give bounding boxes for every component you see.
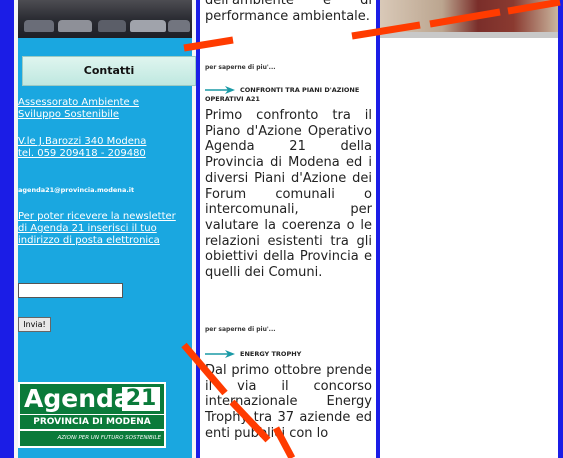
news-item-3-text: Dal primo ottobre prende il via il conco… <box>205 363 372 441</box>
address-line: V.le J.Barozzi 340 Modena <box>18 136 147 147</box>
address-block: V.le J.Barozzi 340 Modena tel. 059 20941… <box>18 136 184 160</box>
logo-tagline: AZIONI PER UN FUTURO SOSTENIBILE <box>20 431 164 446</box>
right-column <box>380 38 558 458</box>
photo-frame <box>380 32 558 38</box>
arrow-icon <box>205 350 235 358</box>
read-more-link-1[interactable]: per saperne di piu'... <box>205 64 276 71</box>
agenda21-logo[interactable]: Agenda 21 PROVINCIA DI MODENA AZIONI PER… <box>18 382 166 448</box>
header-photo-left <box>18 0 192 38</box>
news-item-1-text: dell'ambiente e di performance ambiental… <box>205 0 372 24</box>
newsletter-text: Per poter ricevere la newsletter di Agen… <box>18 211 176 246</box>
news-item-3-heading[interactable]: ENERGY TROPHY <box>205 350 373 359</box>
read-more-link-2[interactable]: per saperne di piu'... <box>205 326 276 333</box>
phone-line: tel. 059 209418 - 209480 <box>18 148 146 159</box>
logo-word: Agenda <box>24 384 131 413</box>
news-column: dell'ambiente e di performance ambiental… <box>200 0 376 458</box>
contatti-header: Contatti <box>22 56 196 86</box>
page: Contatti Assessorato Ambiente e Sviluppo… <box>0 0 563 458</box>
logo-provincia: PROVINCIA DI MODENA <box>20 415 164 429</box>
newsletter-email-input[interactable] <box>18 283 123 298</box>
assessorato-text: Assessorato Ambiente e Sviluppo Sostenib… <box>18 97 140 120</box>
news-item-2-heading[interactable]: CONFRONTI TRA PIANI D'AZIONE OPERATIVI A… <box>205 86 373 104</box>
email-link[interactable]: agenda21@provincia.modena.it <box>18 184 135 196</box>
logo-number: 21 <box>122 387 160 411</box>
submit-button[interactable]: Invia! <box>18 317 51 332</box>
arrow-icon <box>205 86 235 94</box>
news-item-2-text: Primo confronto tra il Piano d'Azione Op… <box>205 108 372 281</box>
contatti-title: Contatti <box>83 64 135 77</box>
